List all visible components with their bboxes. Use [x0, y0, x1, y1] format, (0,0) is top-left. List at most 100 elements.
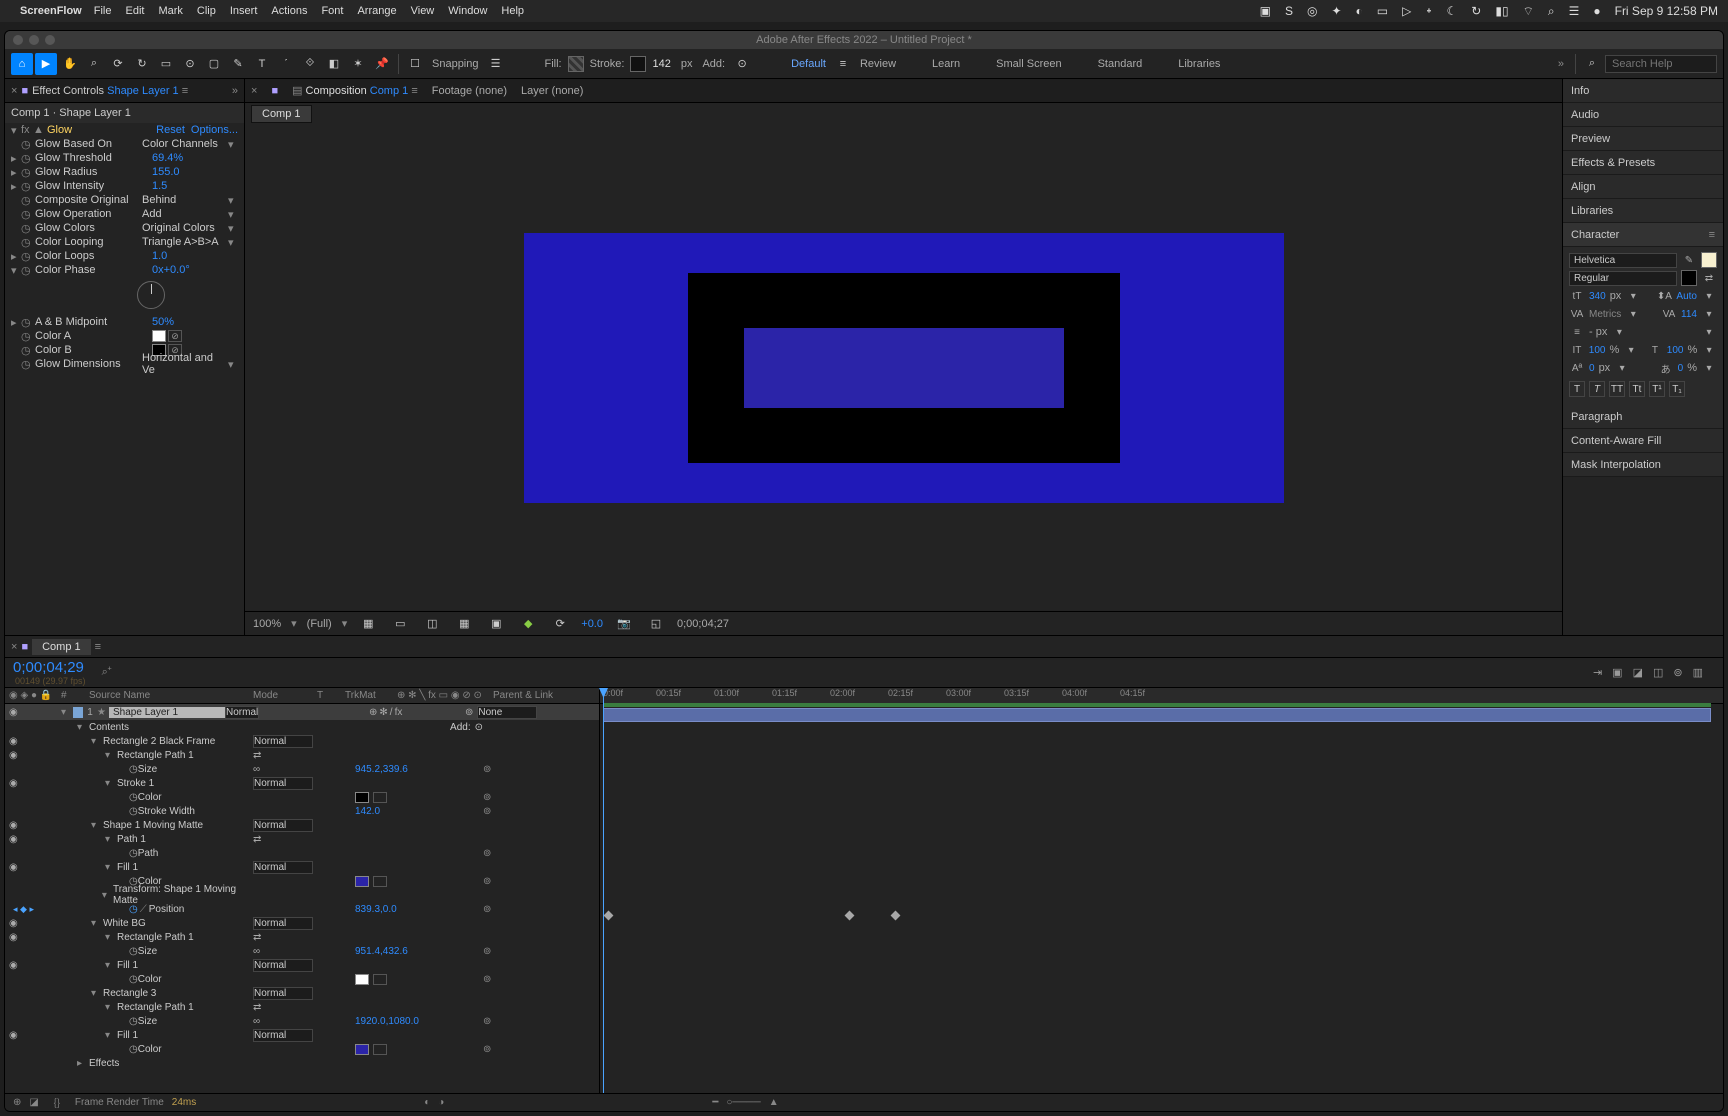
video-toggle-icon[interactable]: ◉ [9, 736, 18, 747]
show-snapshot-icon[interactable]: ◱ [645, 613, 667, 635]
stopwatch-icon[interactable]: ◷ [21, 358, 33, 371]
fill-group[interactable]: Fill 1 [117, 862, 138, 873]
constrain-icon[interactable]: ∞ [253, 764, 260, 775]
video-toggle-icon[interactable]: ◉ [9, 918, 18, 929]
transparency-icon[interactable]: ▦ [453, 613, 475, 635]
stroke-swatch[interactable] [630, 56, 646, 72]
add-menu-icon[interactable]: ⊙ [475, 722, 483, 733]
col-t[interactable]: T [317, 690, 345, 701]
overflow-chevrons-icon[interactable]: » [232, 85, 238, 97]
overflow-chevrons-icon[interactable]: » [1552, 58, 1570, 70]
paragraph-panel-header[interactable]: Paragraph [1563, 405, 1723, 429]
workspace-review[interactable]: Review [860, 58, 896, 70]
expression-pickwhip-icon[interactable]: ⊚ [483, 946, 497, 957]
minimize-button[interactable] [29, 35, 39, 45]
keyframe-diamond[interactable] [604, 911, 614, 921]
timeline-time-area[interactable]: 0:00f 00:15f 01:00f 01:15f 02:00f 02:15f… [600, 688, 1723, 1093]
footage-tab[interactable]: Footage (none) [432, 85, 507, 97]
label-color[interactable] [73, 707, 83, 718]
prop-value[interactable]: 50% [152, 316, 238, 328]
twirl-icon[interactable]: ▾ [105, 862, 117, 873]
zoom-tool-icon[interactable]: ⌕ [83, 53, 105, 75]
path-group[interactable]: Rectangle Path 1 [117, 932, 194, 943]
graph-icon[interactable]: ⟋ [140, 904, 147, 915]
region-icon[interactable]: ◫ [421, 613, 443, 635]
path-op-icon[interactable]: ⇄ [253, 932, 261, 943]
moon-icon[interactable]: ☾ [1447, 4, 1458, 18]
menu-help[interactable]: Help [501, 5, 524, 17]
color-swatch[interactable] [152, 330, 166, 342]
info-panel-header[interactable]: Info [1563, 79, 1723, 103]
path-op-icon[interactable]: ⇄ [253, 750, 261, 761]
constrain-icon[interactable]: ∞ [253, 1016, 260, 1027]
panel-menu-icon[interactable]: ≡ [1709, 229, 1715, 241]
expression-pickwhip-icon[interactable]: ⊚ [483, 848, 497, 859]
prop-value[interactable]: 142.0 [355, 806, 380, 817]
video-toggle-icon[interactable]: ◉ [9, 932, 18, 943]
stopwatch-icon[interactable]: ◷ [21, 208, 33, 221]
tsume-value[interactable]: 0 [1678, 363, 1684, 374]
brush-tool-icon[interactable]: ˊ [275, 53, 297, 75]
search-help-input[interactable] [1605, 55, 1717, 73]
selection-tool-icon[interactable]: ▶ [35, 53, 57, 75]
blend-mode-select[interactable]: Normal [253, 987, 313, 1000]
eyedropper-icon[interactable] [373, 1044, 387, 1055]
status-icon[interactable]: ✦ [1331, 4, 1341, 18]
col-mode[interactable]: Mode [253, 690, 317, 701]
dropdown-icon[interactable]: ▾ [342, 617, 348, 630]
eyedropper-icon[interactable]: ⊘ [168, 330, 182, 342]
home-icon[interactable]: ⌂ [11, 53, 33, 75]
menu-arrange[interactable]: Arrange [357, 5, 396, 17]
3d-icon[interactable]: ▣ [485, 613, 507, 635]
type-tool-icon[interactable]: T [251, 53, 273, 75]
kerning-value[interactable]: Metrics [1589, 309, 1621, 320]
font-style-select[interactable]: Regular [1569, 271, 1677, 286]
italic-button[interactable]: T [1589, 381, 1605, 397]
effects-group[interactable]: Effects [89, 1058, 119, 1069]
preview-timecode[interactable]: 0;00;04;27 [677, 618, 729, 630]
video-toggle-icon[interactable]: ◉ [9, 1030, 18, 1041]
twirl-icon[interactable]: ▸ [11, 316, 21, 329]
close-tab-icon[interactable]: × [251, 85, 257, 97]
close-tab-icon[interactable]: × [11, 641, 17, 653]
zoom-slider[interactable]: ○──── [726, 1097, 760, 1108]
preview-panel-header[interactable]: Preview [1563, 127, 1723, 151]
video-toggle-icon[interactable]: ◉ [9, 820, 18, 831]
stopwatch-icon[interactable]: ◷ [129, 848, 138, 859]
prop-value[interactable]: Add [142, 208, 228, 220]
workspace-standard[interactable]: Standard [1098, 58, 1143, 70]
menu-edit[interactable]: Edit [125, 5, 144, 17]
subscript-button[interactable]: T₁ [1669, 381, 1685, 397]
composition-tab[interactable]: ▤ Composition Comp 1 ≡ [292, 84, 418, 97]
col-number[interactable]: # [61, 690, 89, 701]
status-icon[interactable]: ▷ [1402, 4, 1411, 18]
twirl-icon[interactable]: ▾ [11, 124, 21, 137]
blend-mode-select[interactable]: Normal [253, 917, 313, 930]
align-panel-header[interactable]: Align [1563, 175, 1723, 199]
grid-icon[interactable]: ▦ [357, 613, 379, 635]
twirl-icon[interactable]: ▾ [91, 988, 103, 999]
prop-value[interactable]: Behind [142, 194, 228, 206]
comp-subtab[interactable]: Comp 1 [251, 105, 312, 123]
mask-interpolation-header[interactable]: Mask Interpolation [1563, 453, 1723, 477]
graph-editor-icon[interactable]: ▥ [1693, 666, 1703, 679]
eraser-tool-icon[interactable]: ◧ [323, 53, 345, 75]
stopwatch-icon[interactable]: ◷ [21, 152, 33, 165]
snapping-checkbox[interactable]: ☐ [404, 53, 426, 75]
blend-mode-select[interactable]: Normal [225, 706, 259, 719]
twirl-icon[interactable]: ▾ [105, 778, 117, 789]
path-group[interactable]: Path 1 [117, 834, 146, 845]
blend-mode-select[interactable]: Normal [253, 959, 313, 972]
snapping-options-icon[interactable]: ☰ [485, 53, 507, 75]
twirl-icon[interactable]: ▾ [105, 834, 117, 845]
current-timecode[interactable]: 0;00;04;29 [13, 659, 86, 676]
frame-blend-icon[interactable]: ◫ [1653, 666, 1663, 679]
status-icon[interactable]: S [1285, 4, 1293, 18]
stopwatch-icon[interactable]: ◷ [129, 946, 138, 957]
swap-colors-icon[interactable]: ⇄ [1701, 273, 1717, 284]
stopwatch-active-icon[interactable]: ◷ [129, 904, 138, 915]
font-size-value[interactable]: 340 [1589, 291, 1606, 302]
battery-icon[interactable]: ▮▯ [1495, 4, 1508, 18]
smallcaps-button[interactable]: Tt [1629, 381, 1645, 397]
render-icon[interactable]: ◆ [517, 613, 539, 635]
